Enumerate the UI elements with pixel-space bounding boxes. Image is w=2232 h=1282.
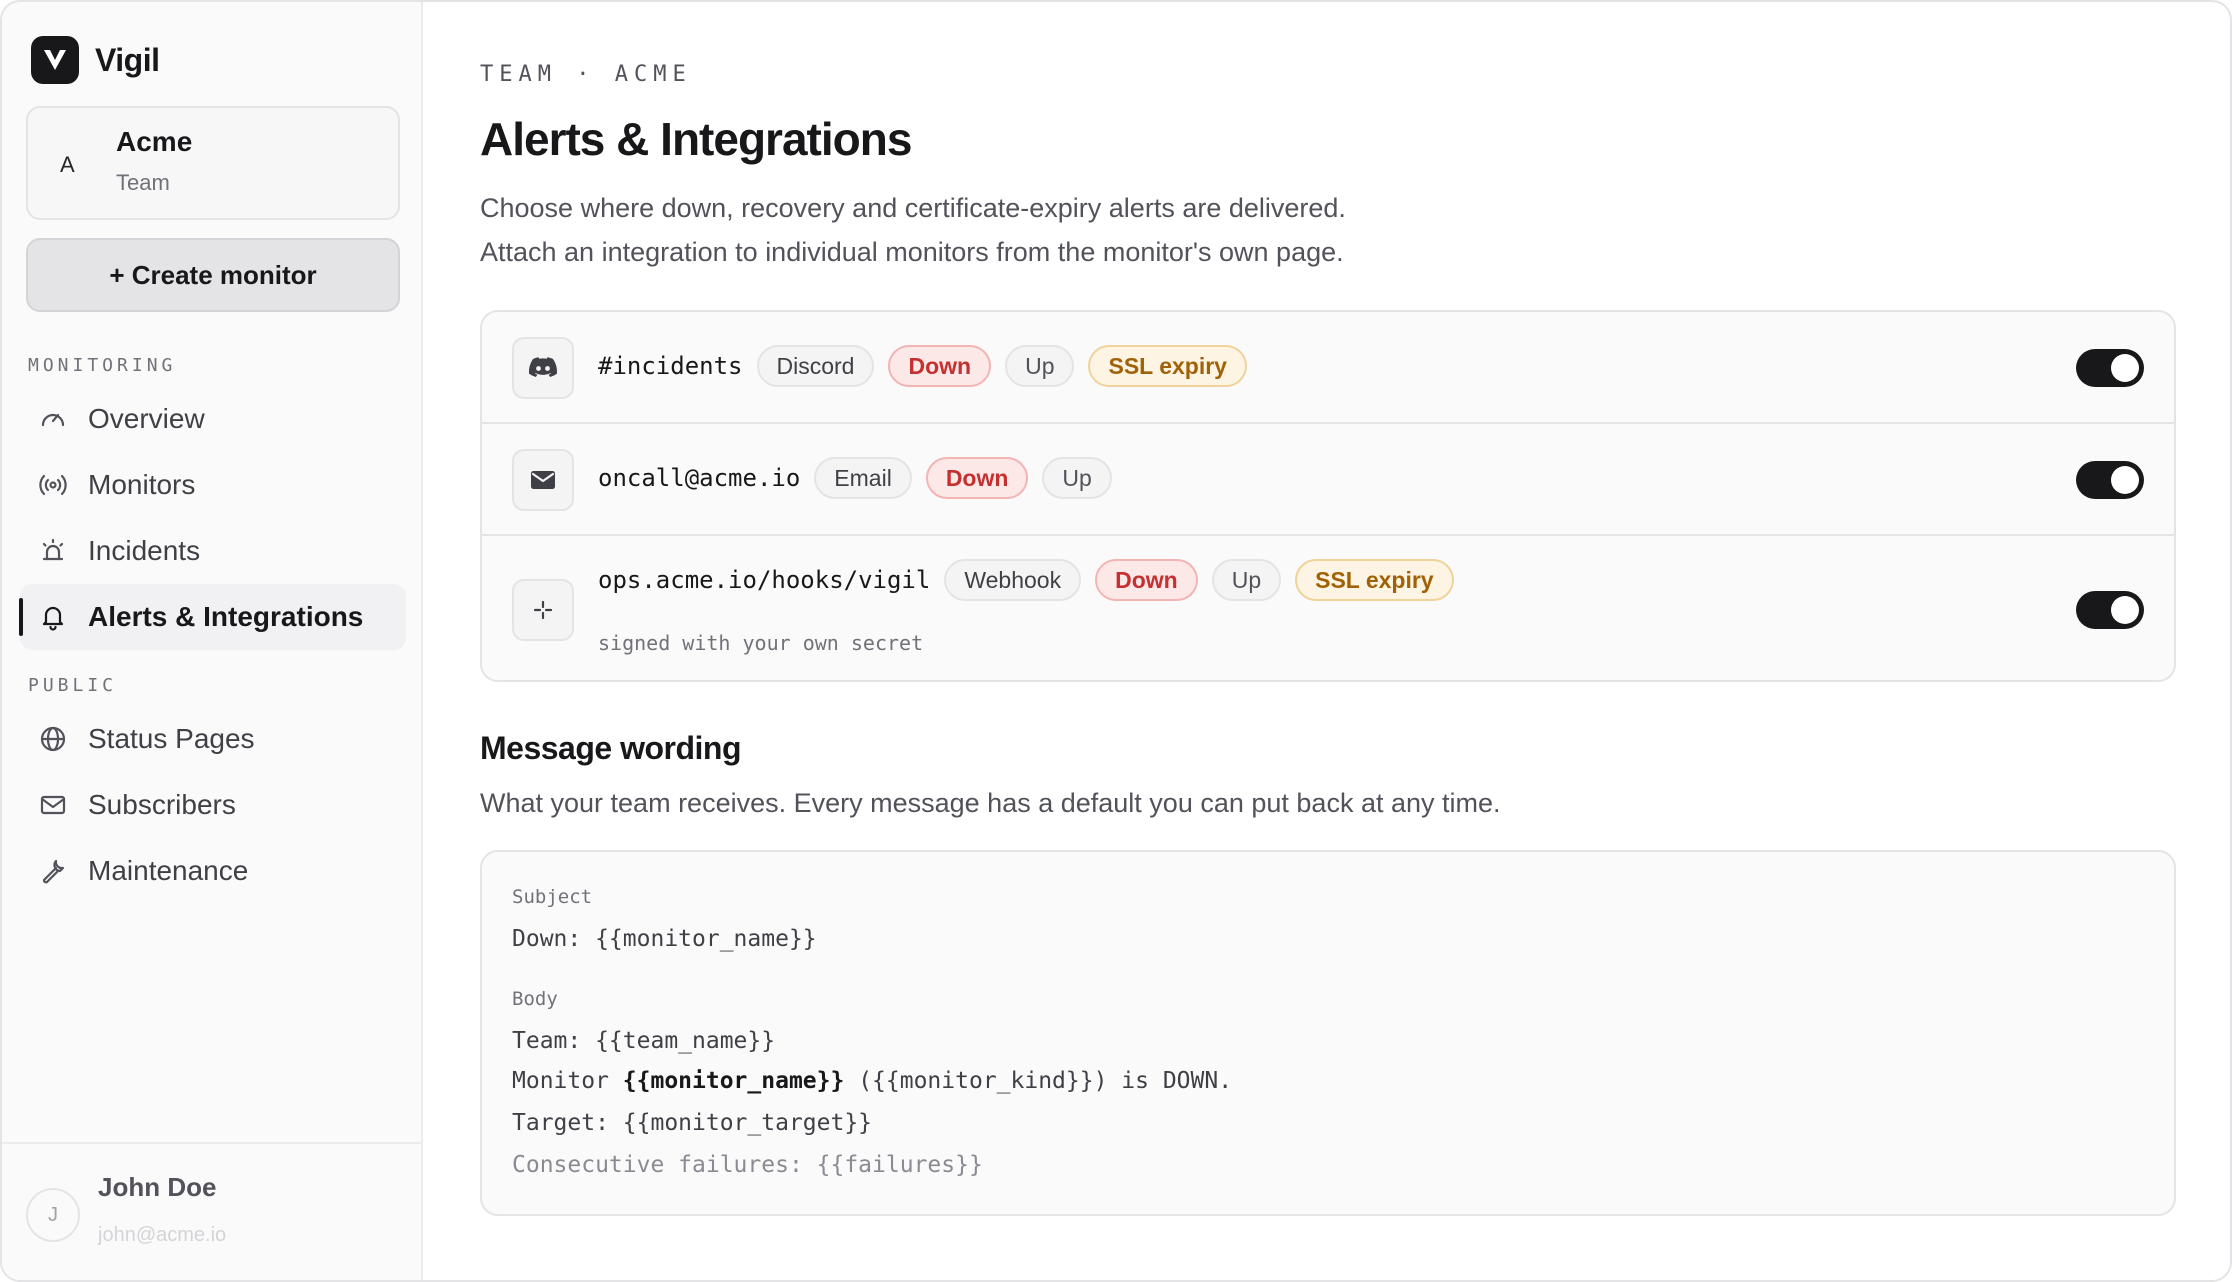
- integrations-list: #incidents Discord Down Up SSL expiry on…: [480, 310, 2176, 682]
- bell-icon: [38, 602, 68, 632]
- body-variable-bold: {{monitor_name}}: [622, 1068, 845, 1094]
- message-template-editor[interactable]: Subject Down: {{monitor_name}} Body Team…: [480, 850, 2176, 1216]
- integration-details: ops.acme.io/hooks/vigil Webhook Down Up …: [598, 559, 1454, 601]
- team-label: Team: [116, 170, 170, 195]
- subject-label: Subject: [512, 886, 593, 908]
- sidebar-item-label: Subscribers: [88, 789, 236, 820]
- team-avatar: A: [60, 152, 75, 177]
- body-template-line[interactable]: Target: {{monitor_target}}: [512, 1110, 872, 1136]
- sidebar-item-label: Status Pages: [88, 723, 255, 754]
- sidebar-item-status-pages[interactable]: Status Pages: [20, 706, 406, 772]
- integration-row-webhook[interactable]: ops.acme.io/hooks/vigil Webhook Down Up …: [482, 536, 2174, 680]
- integration-enabled-toggle[interactable]: [2076, 591, 2144, 629]
- integration-note: signed with your own secret: [598, 631, 924, 655]
- event-badge-down: Down: [888, 345, 992, 387]
- sidebar-item-label: Overview: [88, 403, 205, 434]
- sidebar-item-subscribers[interactable]: Subscribers: [20, 772, 406, 838]
- message-wording-title: Message wording: [480, 730, 742, 766]
- sidebar-item-label: Maintenance: [88, 855, 249, 886]
- body-template-line[interactable]: Monitor {{monitor_name}} ({{monitor_kind…: [512, 1068, 1232, 1094]
- body-template-line[interactable]: Team: {{team_name}}: [512, 1028, 775, 1054]
- event-badge-up: Up: [1042, 457, 1112, 499]
- webhook-icon: [512, 579, 574, 641]
- vigil-logo-icon: [31, 36, 79, 84]
- user-profile[interactable]: J John Doe john@acme.io: [2, 1142, 423, 1280]
- sidebar-item-label: Monitors: [88, 469, 196, 500]
- integration-type-badge: Email: [814, 457, 912, 499]
- integration-target: oncall@acme.io: [598, 464, 801, 492]
- message-wording-description: What your team receives. Every message h…: [480, 788, 1501, 818]
- page-description: Choose where down, recovery and certific…: [480, 186, 1346, 274]
- integration-target: ops.acme.io/hooks/vigil: [598, 566, 931, 594]
- siren-icon: [38, 536, 68, 566]
- integration-type-badge: Discord: [756, 345, 875, 387]
- body-template-line[interactable]: Consecutive failures: {{failures}}: [512, 1152, 983, 1178]
- broadcast-icon: [38, 470, 68, 500]
- sidebar-item-label: Incidents: [88, 535, 201, 566]
- page-description-line: Choose where down, recovery and certific…: [480, 193, 1346, 223]
- body-text: Monitor: [512, 1068, 623, 1094]
- wrench-icon: [38, 856, 68, 886]
- create-monitor-button[interactable]: + Create monitor: [26, 238, 400, 312]
- event-badge-ssl-expiry: SSL expiry: [1088, 345, 1247, 387]
- user-email: john@acme.io: [98, 1224, 227, 1246]
- discord-icon: [512, 337, 574, 399]
- body-text: ({{monitor_kind}}) is DOWN.: [844, 1068, 1233, 1094]
- user-name: John Doe: [98, 1172, 217, 1202]
- event-badge-up: Up: [1211, 559, 1282, 601]
- event-badge-down: Down: [925, 457, 1029, 499]
- integration-details: oncall@acme.io Email Down Up: [598, 457, 1112, 499]
- integration-row-email[interactable]: oncall@acme.io Email Down Up: [482, 424, 2174, 536]
- integration-row-discord[interactable]: #incidents Discord Down Up SSL expiry: [482, 312, 2174, 424]
- body-label: Body: [512, 988, 558, 1010]
- sidebar-item-incidents[interactable]: Incidents: [20, 518, 406, 584]
- gauge-icon: [38, 404, 68, 434]
- breadcrumb: TEAM · ACME: [480, 62, 692, 87]
- integration-type-badge: Webhook: [944, 559, 1082, 601]
- sidebar-item-maintenance[interactable]: Maintenance: [20, 838, 406, 904]
- main-content: TEAM · ACME Alerts & Integrations Choose…: [423, 2, 2230, 1280]
- app-window: Vigil A Acme Team + Create monitor MONIT…: [0, 0, 2232, 1282]
- envelope-icon: [512, 449, 574, 511]
- sidebar-item-alerts-integrations[interactable]: Alerts & Integrations: [19, 584, 406, 650]
- integration-target: #incidents: [598, 352, 743, 380]
- team-switcher[interactable]: A Acme Team: [26, 106, 400, 220]
- brand[interactable]: Vigil: [31, 36, 160, 84]
- section-label-public: PUBLIC: [28, 675, 118, 696]
- event-badge-up: Up: [1005, 345, 1075, 387]
- sidebar-item-monitors[interactable]: Monitors: [20, 452, 406, 518]
- page-description-line: Attach an integration to individual moni…: [480, 237, 1344, 267]
- sidebar: Vigil A Acme Team + Create monitor MONIT…: [2, 2, 423, 1280]
- event-badge-down: Down: [1095, 559, 1198, 601]
- section-label-monitoring: MONITORING: [28, 355, 177, 376]
- sidebar-item-overview[interactable]: Overview: [20, 386, 406, 452]
- integration-enabled-toggle[interactable]: [2076, 349, 2144, 387]
- subject-template[interactable]: Down: {{monitor_name}}: [512, 926, 817, 952]
- event-badge-ssl-expiry: SSL expiry: [1295, 559, 1454, 601]
- mail-icon: [38, 790, 68, 820]
- integration-enabled-toggle[interactable]: [2076, 461, 2144, 499]
- app-name: Vigil: [95, 41, 160, 78]
- page-title: Alerts & Integrations: [480, 113, 912, 165]
- sidebar-item-label: Alerts & Integrations: [88, 601, 364, 632]
- team-name: Acme: [116, 126, 193, 157]
- globe-icon: [38, 724, 68, 754]
- avatar: J: [26, 1188, 80, 1242]
- integration-details: #incidents Discord Down Up SSL expiry: [598, 345, 1247, 387]
